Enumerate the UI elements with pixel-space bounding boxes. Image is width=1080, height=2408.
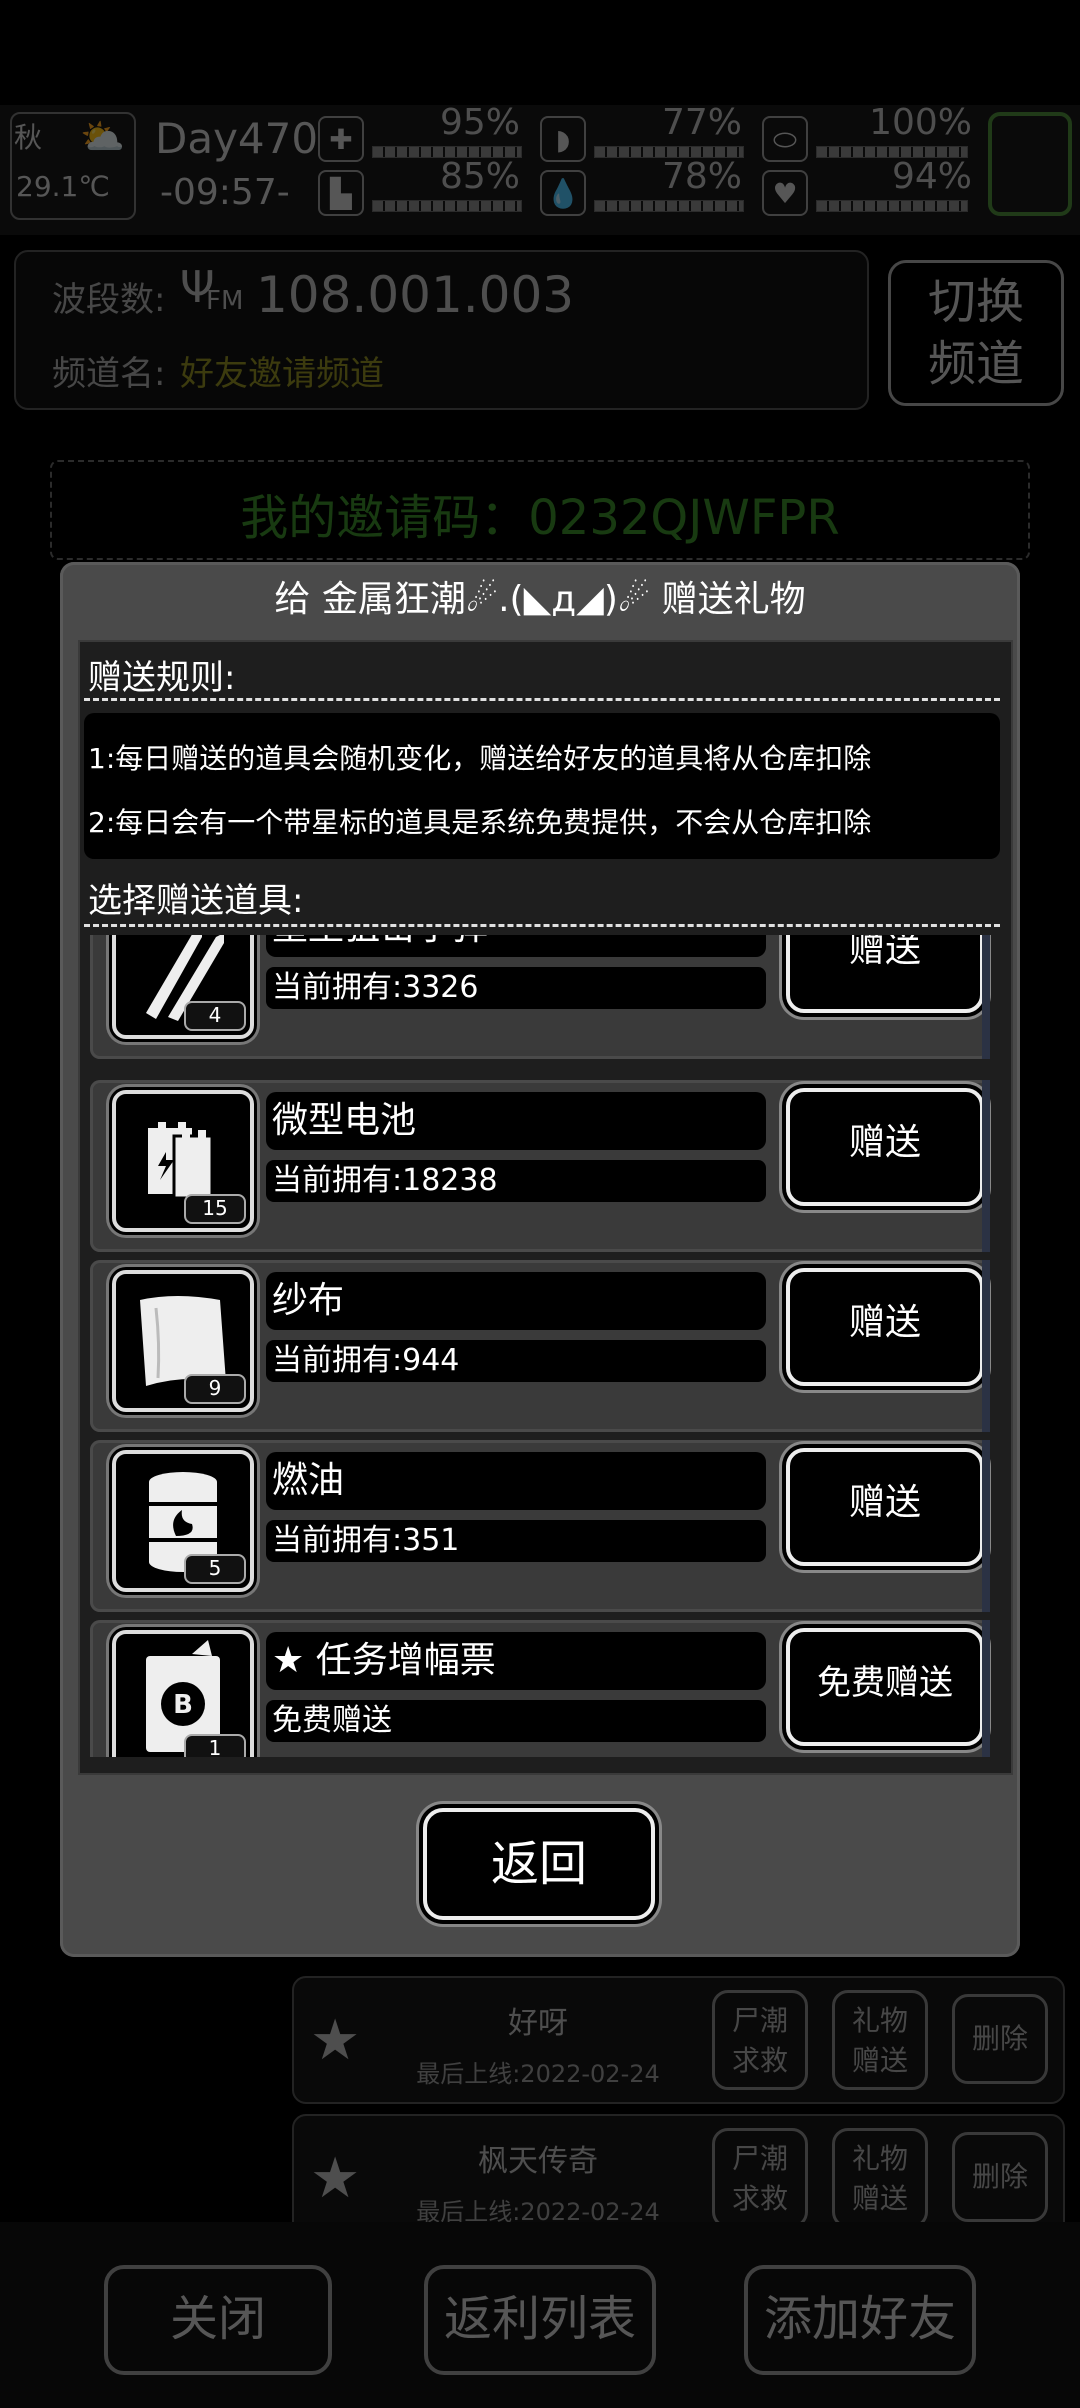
star-icon: ★ (310, 2146, 361, 2211)
game-clock: -09:57- (160, 172, 290, 213)
gift-item-row: 9 纱布 当前拥有:944 赠送 (90, 1260, 990, 1432)
temperature: 29.1℃ (16, 170, 110, 203)
friend-last-online: 最后上线:2022-02-24 (416, 2060, 660, 2088)
medkit-icon: ✚ (318, 116, 364, 162)
corpse-help-label-1: 尸潮 (731, 2142, 788, 2175)
cloud-sun-icon: ⛅ (80, 117, 125, 158)
item-owned: 当前拥有:351 (266, 1520, 766, 1562)
switch-label-2: 频道 (927, 336, 1024, 392)
item-count: 4 (184, 1001, 246, 1031)
item-count: 5 (184, 1554, 246, 1584)
star-icon: ★ (310, 2008, 361, 2073)
season-label: 秋 (14, 121, 43, 154)
gift-item-row: B 1 ★ 任务增幅票 免费赠送 免费赠送 (90, 1620, 990, 1757)
item-name: 重型狙击子弹 (266, 935, 766, 957)
svg-text:B: B (173, 1690, 193, 1720)
channel-label: 频道名: (52, 354, 166, 394)
give-button[interactable]: 赠送 (786, 1448, 984, 1566)
select-item-label: 选择赠送道具: (88, 881, 304, 921)
equipment-slot[interactable] (988, 112, 1072, 216)
delete-button[interactable]: 删除 (952, 2132, 1048, 2222)
corpse-help-button[interactable]: 尸潮 求救 (712, 1990, 808, 2090)
item-owned: 当前拥有:944 (266, 1340, 766, 1382)
scroll-edge (982, 1260, 990, 1432)
scroll-edge (982, 1620, 990, 1757)
rebate-list-button[interactable]: 返利列表 (424, 2265, 656, 2375)
give-button[interactable]: 赠送 (786, 1088, 984, 1206)
scroll-edge (982, 1440, 990, 1612)
item-count: 15 (184, 1194, 246, 1224)
invite-code: 我的邀请码：0232QJWFPR (240, 490, 840, 546)
free-give-button[interactable]: 免费赠送 (786, 1628, 984, 1746)
armor-value: 100% (869, 102, 972, 143)
gift-item-row: 15 微型电池 当前拥有:18238 赠送 (90, 1080, 990, 1252)
heart-icon: ♥ (762, 170, 808, 216)
scroll-edge (982, 1080, 990, 1252)
day-counter: Day470 (155, 114, 319, 163)
add-friend-button[interactable]: 添加好友 (744, 2265, 976, 2375)
gift-button[interactable]: 礼物 赠送 (832, 2128, 928, 2228)
shield-icon: ⬭ (762, 116, 808, 162)
gift-item-row: 5 燃油 当前拥有:351 赠送 (90, 1440, 990, 1612)
item-name: 燃油 (266, 1452, 766, 1510)
scroll-edge (982, 935, 990, 1059)
gift-label-2: 赠送 (851, 2182, 908, 2215)
battery-icon: 15 (112, 1090, 254, 1232)
band-label: 波段数: (52, 280, 166, 320)
thirst-value: 78% (661, 156, 742, 197)
health-value: 95% (439, 102, 520, 143)
item-name: ★ 任务增幅票 (266, 1632, 766, 1690)
switch-label-1: 切换 (927, 274, 1024, 330)
item-owned: 免费赠送 (266, 1700, 766, 1742)
item-name: 纱布 (266, 1272, 766, 1330)
band-value: 108.001.003 (256, 266, 575, 324)
gift-label-1: 礼物 (851, 2004, 908, 2037)
mood-bar (816, 200, 968, 212)
item-count: 1 (184, 1734, 246, 1757)
boot-icon: ▙ (318, 170, 364, 216)
hunger-value: 77% (661, 102, 742, 143)
bullets-icon: 4 (112, 935, 254, 1039)
fuel-barrel-icon: 5 (112, 1450, 254, 1592)
friend-name: 好呀 (508, 2006, 568, 2041)
gift-item-row: 4 重型狙击子弹 当前拥有:3326 赠送 (90, 935, 990, 1059)
item-name: 微型电池 (266, 1092, 766, 1150)
close-button[interactable]: 关闭 (104, 2265, 332, 2375)
stomach-icon: ◗ (540, 116, 586, 162)
stamina-bar (372, 200, 522, 212)
friend-name: 枫天传奇 (478, 2144, 598, 2179)
delete-button[interactable]: 删除 (952, 1994, 1048, 2084)
back-button[interactable]: 返回 (423, 1808, 655, 1920)
divider (84, 924, 1000, 927)
ticket-icon: B 1 (112, 1630, 254, 1757)
thirst-bar (594, 200, 744, 212)
rules-label: 赠送规则: (88, 658, 236, 698)
rule-1: 1:每日赠送的道具会随机变化，赠送给好友的道具将从仓库扣除 (88, 742, 872, 775)
gift-label-1: 礼物 (851, 2142, 908, 2175)
give-button[interactable]: 赠送 (786, 1268, 984, 1386)
gift-button[interactable]: 礼物 赠送 (832, 1990, 928, 2090)
gauze-icon: 9 (112, 1270, 254, 1412)
channel-value: 好友邀请频道 (180, 354, 384, 394)
corpse-help-button[interactable]: 尸潮 求救 (712, 2128, 808, 2228)
rule-2: 2:每日会有一个带星标的道具是系统免费提供，不会从仓库扣除 (88, 806, 872, 839)
dialog-title: 给 金属狂潮☄.(◣д◢)☄ 赠送礼物 (274, 579, 806, 620)
gift-label-2: 赠送 (851, 2044, 908, 2077)
corpse-help-label-2: 求救 (731, 2044, 788, 2077)
corpse-help-label-2: 求救 (731, 2182, 788, 2215)
fm-label: FM (206, 286, 244, 316)
switch-channel-button[interactable]: 切换 频道 (888, 260, 1064, 406)
corpse-help-label-1: 尸潮 (731, 2004, 788, 2037)
gift-item-list[interactable]: 4 重型狙击子弹 当前拥有:3326 赠送 15 微型电池 当前拥有:18238… (84, 935, 1000, 1757)
item-owned: 当前拥有:18238 (266, 1160, 766, 1202)
stamina-value: 85% (439, 156, 520, 197)
item-count: 9 (184, 1374, 246, 1404)
water-drop-icon: 💧 (540, 170, 586, 216)
divider (84, 698, 1000, 701)
give-button[interactable]: 赠送 (786, 935, 984, 1013)
mood-value: 94% (891, 156, 972, 197)
item-owned: 当前拥有:3326 (266, 967, 766, 1009)
